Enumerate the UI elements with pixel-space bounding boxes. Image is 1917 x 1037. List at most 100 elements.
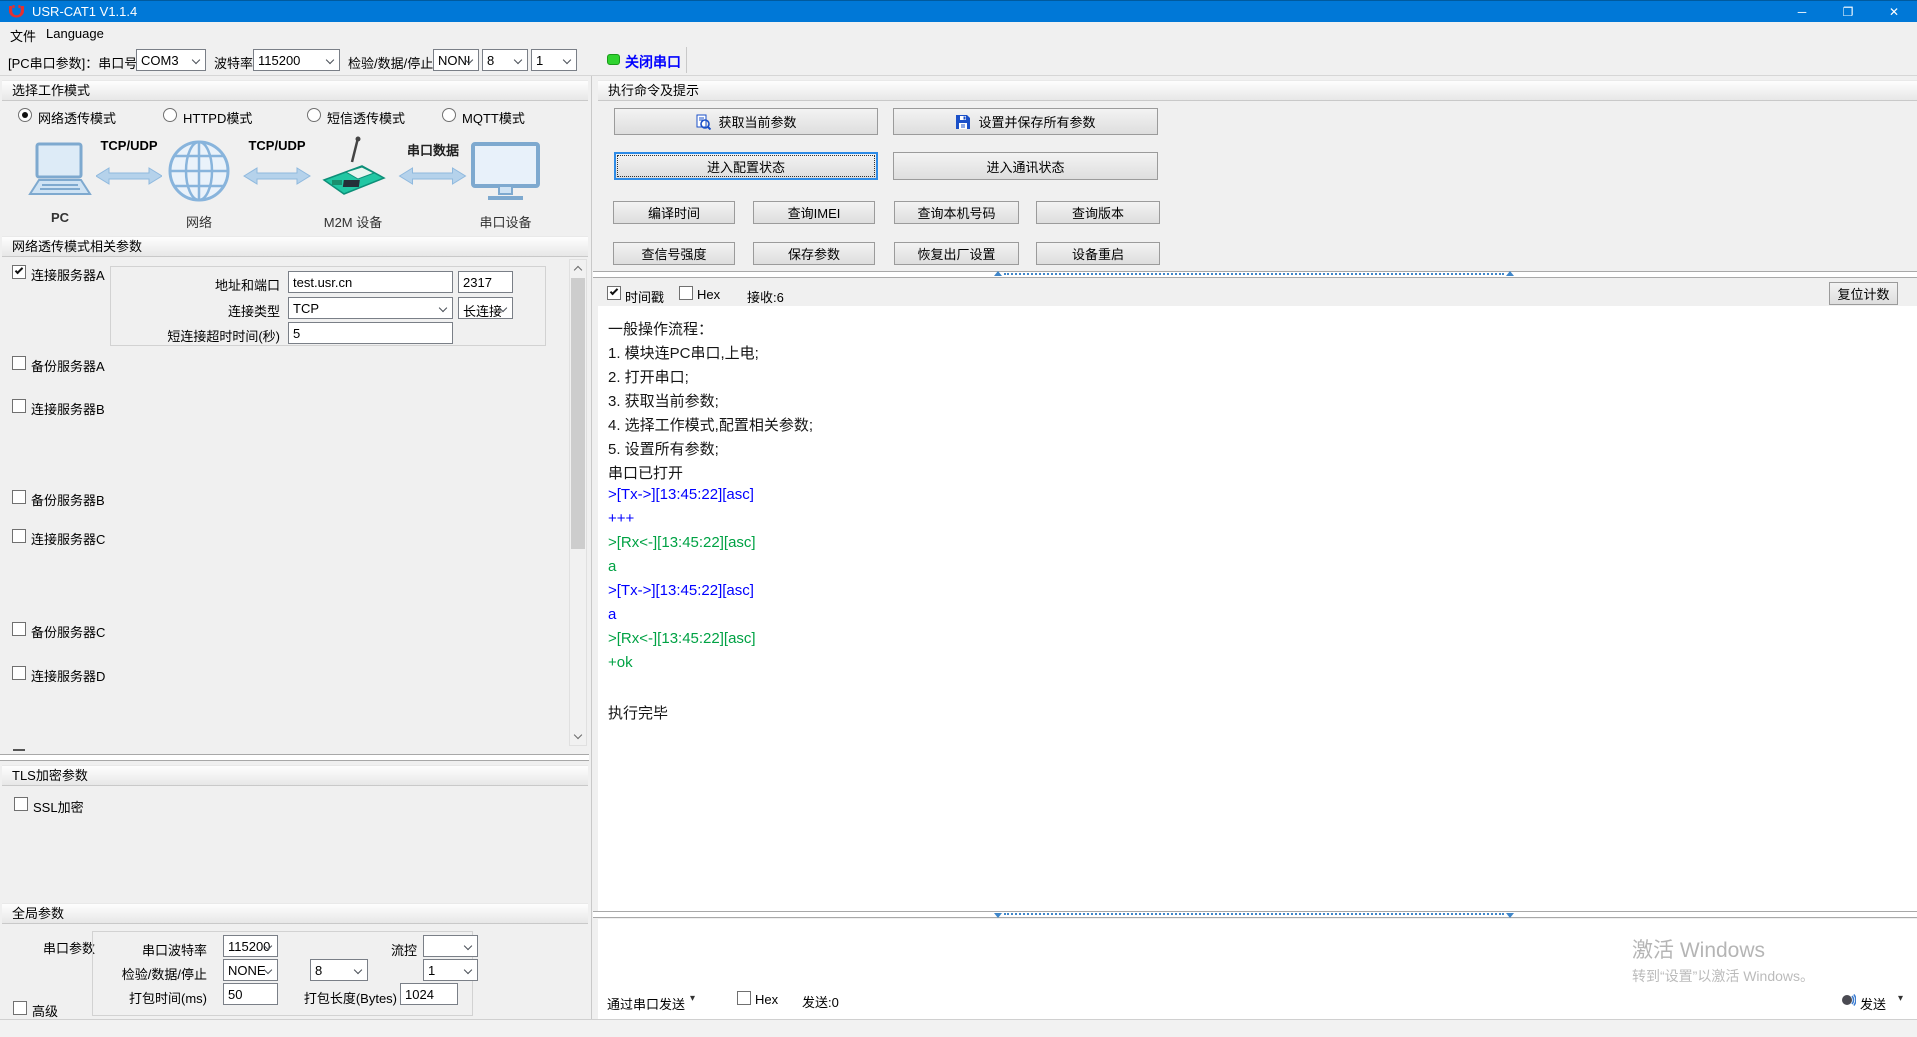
server-d-label[interactable]: 连接服务器D bbox=[31, 666, 105, 685]
network-globe-icon bbox=[168, 140, 230, 202]
scroll-up-icon[interactable] bbox=[574, 266, 582, 274]
conn-type-select[interactable]: TCP bbox=[288, 297, 453, 319]
query-imei-button[interactable]: 查询IMEI bbox=[753, 201, 875, 224]
backup-server-a-checkbox[interactable] bbox=[12, 356, 26, 370]
query-signal-button[interactable]: 查信号强度 bbox=[613, 242, 735, 265]
global-stopbits-select[interactable]: 1 bbox=[423, 959, 478, 981]
log-line: 3. 获取当前参数; bbox=[608, 390, 1917, 414]
send-button[interactable]: 发送 bbox=[1860, 994, 1886, 1013]
global-params-header: 全局参数 bbox=[2, 903, 588, 924]
send-icon[interactable] bbox=[1840, 992, 1856, 1008]
restore-button[interactable]: ❐ bbox=[1825, 1, 1871, 23]
minimize-button[interactable]: ─ bbox=[1779, 1, 1825, 23]
parity-select[interactable]: NONI bbox=[433, 49, 479, 71]
panel-divider[interactable] bbox=[591, 76, 592, 1019]
send-via-serial-dropdown[interactable]: 通过串口发送 bbox=[607, 994, 685, 1013]
node-m2m-label: M2M 设备 bbox=[315, 212, 391, 231]
server-a-address-input[interactable]: test.usr.cn bbox=[288, 271, 453, 293]
device-restart-button[interactable]: 设备重启 bbox=[1036, 242, 1160, 265]
splitter-handle[interactable] bbox=[1004, 273, 1504, 275]
databits-select[interactable]: 8 bbox=[482, 49, 528, 71]
server-b-label[interactable]: 连接服务器B bbox=[31, 399, 105, 418]
factory-reset-button[interactable]: 恢复出厂设置 bbox=[894, 242, 1019, 265]
log-output[interactable]: 一般操作流程： 1. 模块连PC串口,上电; 2. 打开串口; 3. 获取当前参… bbox=[598, 306, 1917, 911]
conn-type-label: 连接类型 bbox=[150, 301, 280, 320]
set-save-params-button[interactable]: 设置并保存所有参数 bbox=[893, 108, 1158, 135]
pack-length-input[interactable]: 1024 bbox=[400, 983, 458, 1005]
chevron-down-icon[interactable]: ▾ bbox=[1898, 993, 1903, 1004]
check-icon bbox=[610, 287, 618, 295]
radio-mqtt-label[interactable]: MQTT模式 bbox=[462, 108, 525, 127]
server-c-label[interactable]: 连接服务器C bbox=[31, 529, 105, 548]
radio-net-passthrough[interactable] bbox=[18, 108, 32, 122]
menu-language[interactable]: Language bbox=[46, 26, 104, 41]
backup-server-b-checkbox[interactable] bbox=[12, 490, 26, 504]
splitter-handle[interactable] bbox=[1004, 913, 1504, 915]
global-databits-select[interactable]: 8 bbox=[310, 959, 368, 981]
close-serial-button[interactable]: 关闭串口 bbox=[625, 52, 681, 72]
timestamp-label[interactable]: 时间戳 bbox=[625, 287, 664, 306]
send-hex-checkbox[interactable] bbox=[737, 991, 751, 1005]
splitter-arrow-icon bbox=[1506, 913, 1514, 918]
pack-time-input[interactable]: 50 bbox=[223, 983, 278, 1005]
get-params-button[interactable]: 获取当前参数 bbox=[614, 108, 878, 135]
radio-httpd-label[interactable]: HTTPD模式 bbox=[183, 108, 252, 127]
advanced-label[interactable]: 高级 bbox=[32, 1001, 58, 1020]
log-line: >[Rx<-][13:45:22][asc] bbox=[608, 534, 1917, 558]
server-c-checkbox[interactable] bbox=[12, 529, 26, 543]
vertical-scrollbar[interactable] bbox=[569, 259, 587, 746]
node-serial-device-label: 串口设备 bbox=[468, 212, 543, 231]
close-button[interactable]: ✕ bbox=[1871, 1, 1917, 23]
stopbits-select[interactable]: 1 bbox=[531, 49, 577, 71]
global-parity-select[interactable]: NONE bbox=[223, 959, 278, 981]
query-phone-number-button[interactable]: 查询本机号码 bbox=[894, 201, 1019, 224]
status-bar bbox=[0, 1019, 1917, 1037]
chevron-down-icon bbox=[563, 56, 571, 64]
server-d-checkbox[interactable] bbox=[12, 666, 26, 680]
enter-config-state-button[interactable]: 进入配置状态 bbox=[614, 152, 878, 180]
log-line: 串口已打开 bbox=[608, 462, 1917, 486]
query-version-button[interactable]: 查询版本 bbox=[1036, 201, 1160, 224]
server-a-label[interactable]: 连接服务器A bbox=[31, 265, 105, 284]
scrollbar-thumb[interactable] bbox=[571, 278, 585, 549]
radio-sms-passthrough[interactable] bbox=[307, 108, 321, 122]
advanced-checkbox[interactable] bbox=[13, 1001, 27, 1015]
com-port-select[interactable]: COM3 bbox=[136, 49, 206, 71]
ssl-checkbox[interactable] bbox=[14, 797, 28, 811]
title-bar: USR-CAT1 V1.1.4 ─ ❐ ✕ bbox=[0, 0, 1917, 22]
short-conn-timeout-label: 短连接超时时间(秒) bbox=[150, 326, 280, 345]
server-b-checkbox[interactable] bbox=[12, 399, 26, 413]
log-line: +++ bbox=[608, 510, 1917, 534]
timestamp-checkbox[interactable] bbox=[607, 286, 621, 300]
backup-server-c-checkbox[interactable] bbox=[12, 622, 26, 636]
left-splitter[interactable] bbox=[0, 754, 589, 761]
radio-sms-passthrough-label[interactable]: 短信透传模式 bbox=[327, 108, 405, 127]
server-a-port-input[interactable]: 2317 bbox=[458, 271, 513, 293]
save-params-button[interactable]: 保存参数 bbox=[753, 242, 875, 265]
radio-httpd[interactable] bbox=[163, 108, 177, 122]
ssl-label[interactable]: SSL加密 bbox=[33, 797, 84, 816]
global-baud-select[interactable]: 115200 bbox=[223, 935, 278, 957]
compile-time-button[interactable]: 编译时间 bbox=[613, 201, 735, 224]
radio-mqtt[interactable] bbox=[442, 108, 456, 122]
server-a-checkbox[interactable] bbox=[12, 265, 26, 279]
backup-server-a-label[interactable]: 备份服务器A bbox=[31, 356, 105, 375]
log-hex-label[interactable]: Hex bbox=[697, 287, 720, 302]
link-serial-data-label: 串口数据 bbox=[395, 140, 471, 159]
flow-control-select[interactable] bbox=[423, 935, 478, 957]
port-label: [PC串口参数]：串口号 bbox=[8, 53, 137, 72]
radio-net-passthrough-label[interactable]: 网络透传模式 bbox=[38, 108, 116, 127]
log-hex-checkbox[interactable] bbox=[679, 286, 693, 300]
chevron-down-icon[interactable]: ▾ bbox=[690, 993, 695, 1004]
send-hex-label[interactable]: Hex bbox=[755, 992, 778, 1007]
backup-server-c-label[interactable]: 备份服务器C bbox=[31, 622, 105, 641]
scroll-down-icon[interactable] bbox=[574, 731, 582, 739]
conn-mode-select[interactable]: 长连接 bbox=[458, 297, 513, 319]
enter-comm-state-button[interactable]: 进入通讯状态 bbox=[893, 152, 1158, 180]
baud-select[interactable]: 115200 bbox=[253, 49, 340, 71]
reset-counter-button[interactable]: 复位计数 bbox=[1829, 282, 1898, 305]
clipped-element bbox=[13, 749, 25, 751]
menu-file[interactable]: 文件 bbox=[10, 26, 36, 45]
short-conn-timeout-input[interactable]: 5 bbox=[288, 322, 453, 344]
backup-server-b-label[interactable]: 备份服务器B bbox=[31, 490, 105, 509]
